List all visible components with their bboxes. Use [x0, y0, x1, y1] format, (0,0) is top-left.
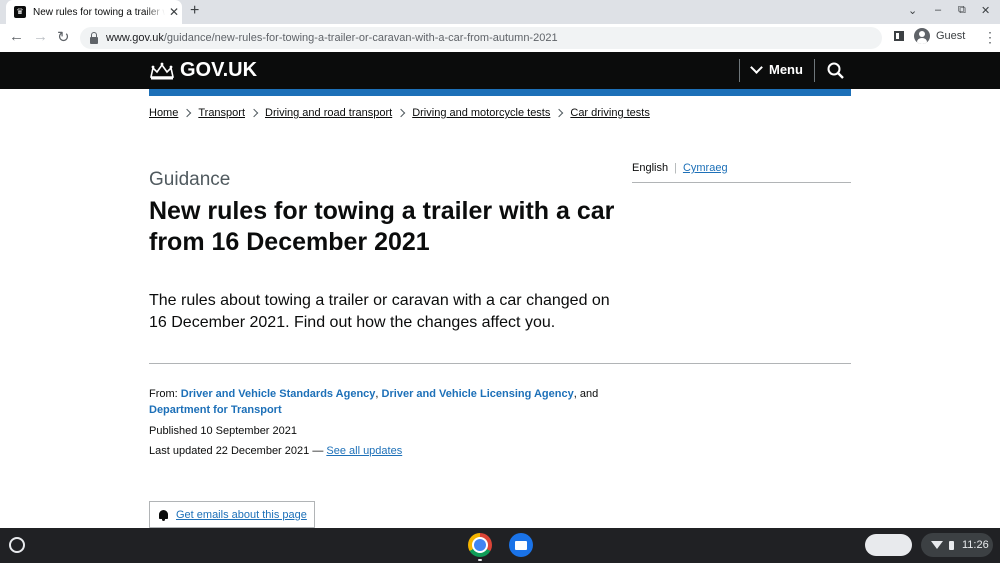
status-tray[interactable]: 11:26 [921, 533, 993, 557]
breadcrumb-car-driving-tests[interactable]: Car driving tests [570, 107, 649, 119]
page-summary: The rules about towing a trailer or cara… [149, 292, 610, 331]
get-emails-label: Get emails about this page [176, 508, 307, 521]
last-updated: Last updated 22 December 2021 — See all … [149, 445, 403, 457]
see-all-updates-link[interactable]: See all updates [326, 445, 402, 457]
language-current: English [632, 162, 669, 174]
restore-window-icon[interactable]: ⧉ [958, 4, 966, 17]
breadcrumb: Home Transport Driving and road transpor… [149, 107, 650, 119]
browser-tab-strip: ♛ New rules for towing a trailer with a … [0, 0, 1000, 24]
metadata-from: From: Driver and Vehicle Standards Agenc… [149, 388, 599, 400]
back-icon[interactable]: ← [9, 28, 24, 45]
last-updated-date: 22 December 2021 [215, 445, 310, 457]
wifi-icon [931, 541, 943, 549]
metadata-from-cont: Department for Transport [149, 404, 282, 416]
menu-label: Menu [769, 62, 803, 77]
reload-icon[interactable]: ↻ [57, 28, 70, 46]
from-label: From: [149, 388, 178, 400]
forward-icon[interactable]: → [33, 28, 48, 45]
profile-label: Guest [936, 30, 966, 42]
browser-menu-icon[interactable]: ⋮ [983, 29, 997, 46]
launcher-icon[interactable] [9, 537, 25, 553]
os-shelf: 11:26 [0, 528, 1000, 563]
breadcrumb-home[interactable]: Home [149, 107, 178, 119]
breadcrumb-driving-motorcycle-tests[interactable]: Driving and motorcycle tests [412, 107, 550, 119]
browser-tab[interactable]: ♛ New rules for towing a trailer with a … [6, 0, 182, 24]
page-caption: Guidance [149, 169, 231, 190]
govuk-logo-text: GOV.UK [180, 59, 258, 81]
url-text: www.gov.uk/guidance/new-rules-for-towing… [106, 32, 558, 44]
header-divider [739, 59, 740, 82]
language-divider: | [674, 162, 677, 174]
language-switcher: English | Cymraeg [632, 162, 851, 183]
close-window-icon[interactable]: ✕ [981, 4, 990, 17]
section-divider [149, 363, 851, 364]
chevron-right-icon [396, 108, 406, 118]
chevron-down-icon [750, 61, 763, 74]
chevron-right-icon [249, 108, 259, 118]
govuk-header: GOV.UK Menu [0, 52, 1000, 89]
org-link-dvsa[interactable]: Driver and Vehicle Standards Agency [181, 388, 376, 400]
chevron-right-icon [555, 108, 564, 118]
header-divider [814, 59, 815, 82]
side-panel-icon[interactable] [894, 31, 904, 41]
page-title: New rules for towing a trailer with a ca… [149, 197, 615, 256]
govuk-favicon-icon: ♛ [14, 6, 26, 18]
stylus-tools-icon[interactable] [865, 534, 912, 556]
org-link-dvla[interactable]: Driver and Vehicle Licensing Agency [382, 388, 574, 400]
browser-toolbar: ← → ↻ www.gov.uk/guidance/new-rules-for-… [0, 24, 1000, 53]
search-icon[interactable] [826, 61, 846, 81]
chevron-right-icon [183, 108, 192, 118]
files-app-icon[interactable] [509, 533, 533, 557]
bell-icon [159, 510, 168, 521]
crown-icon [150, 62, 174, 79]
close-tab-icon[interactable]: ✕ [169, 5, 179, 19]
lock-icon [90, 31, 98, 44]
org-link-dft[interactable]: Department for Transport [149, 404, 282, 416]
active-app-indicator [478, 559, 482, 561]
chrome-app-icon[interactable] [468, 533, 492, 557]
menu-button[interactable]: Menu [750, 61, 803, 77]
clock: 11:26 [962, 539, 989, 551]
breadcrumb-transport[interactable]: Transport [198, 107, 245, 119]
battery-icon [949, 540, 954, 550]
breadcrumb-driving-road-transport[interactable]: Driving and road transport [265, 107, 392, 119]
published-date: Published 10 September 2021 [149, 425, 297, 437]
address-bar[interactable]: www.gov.uk/guidance/new-rules-for-towing… [80, 27, 882, 49]
language-link-cymraeg[interactable]: Cymraeg [683, 162, 728, 174]
get-emails-button[interactable]: Get emails about this page [149, 501, 315, 528]
minimize-icon[interactable]: – [935, 4, 941, 16]
govuk-logo-link[interactable]: GOV.UK [149, 59, 257, 82]
header-blue-rule [149, 89, 851, 96]
new-tab-button[interactable]: + [190, 2, 199, 20]
tab-title: New rules for towing a trailer with a ca… [33, 6, 165, 18]
profile-button[interactable]: Guest [914, 28, 965, 44]
tab-search-chevron-icon[interactable]: ⌄ [908, 4, 917, 17]
guest-avatar-icon [914, 28, 930, 44]
